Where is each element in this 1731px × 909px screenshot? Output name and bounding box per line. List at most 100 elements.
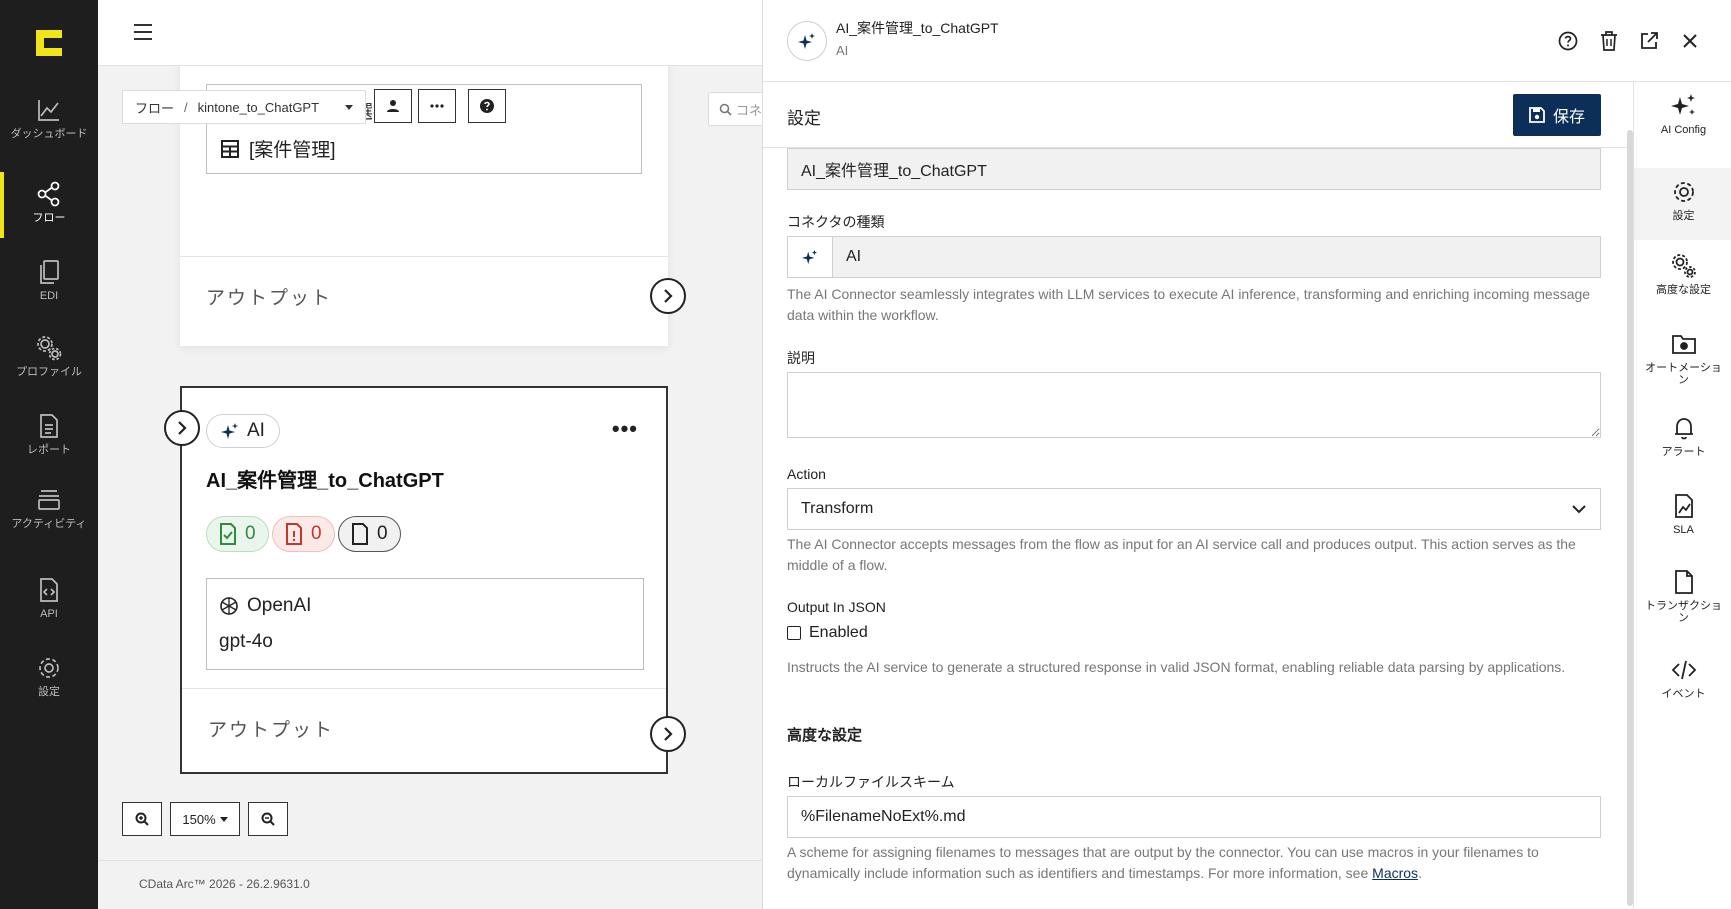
nav-item-label: アクティビティ: [11, 518, 87, 530]
breadcrumb[interactable]: フロー / kintone_to_ChatGPT: [122, 90, 366, 124]
json-enabled-checkbox[interactable]: [787, 626, 801, 640]
json-enabled-label[interactable]: Enabled: [809, 624, 868, 642]
pending-count-badge[interactable]: 0: [338, 516, 401, 552]
mini-nav-label: SLA: [1673, 524, 1694, 536]
json-enabled-row[interactable]: Enabled: [787, 624, 1601, 642]
sparkles-icon: [1670, 94, 1695, 115]
menu-icon[interactable]: [134, 24, 152, 40]
save-button[interactable]: 保存: [1513, 94, 1601, 136]
mini-nav-label: 高度な設定: [1656, 284, 1711, 296]
scheme-help-end: .: [1418, 865, 1422, 881]
connector-type-chip: AI: [206, 414, 280, 448]
mini-nav-advanced[interactable]: 高度な設定: [1634, 252, 1731, 318]
file-error-icon: [286, 523, 302, 545]
input-port-button[interactable]: [164, 410, 200, 446]
footer: CData Arc™ 2026 - 26.2.9631.0: [98, 860, 762, 909]
close-icon: [1683, 34, 1697, 48]
panel-mini-nav: AI Config 設定 高度な設定 オートメーション アラート SLA トラン…: [1633, 82, 1731, 909]
zoom-out-icon: [261, 812, 275, 826]
model-name: gpt-4o: [219, 631, 273, 652]
openai-icon: [220, 597, 238, 615]
nav-item-edi[interactable]: EDI: [0, 258, 98, 324]
nav-item-label: レポート: [27, 444, 71, 456]
nav-item-report[interactable]: レポート: [0, 412, 98, 478]
connector-name-field[interactable]: AI_案件管理_to_ChatGPT: [787, 148, 1601, 190]
chart-line-icon: [38, 100, 59, 121]
mini-nav-settings[interactable]: 設定: [1634, 168, 1731, 240]
close-button[interactable]: [1677, 28, 1703, 54]
connector-type-field[interactable]: AI: [787, 236, 1601, 278]
file-chart-icon: [1674, 494, 1693, 518]
folder-gear-icon: [1671, 335, 1696, 354]
connector-help: The AI Connector seamlessly integrates w…: [787, 286, 1591, 323]
nav-item-label: API: [40, 608, 58, 620]
output-port-button[interactable]: [650, 716, 686, 752]
error-count-badge[interactable]: 0: [272, 516, 335, 552]
node-more-button[interactable]: •••: [612, 416, 638, 442]
nav-item-activity[interactable]: アクティビティ: [0, 486, 98, 552]
save-label: 保存: [1552, 109, 1585, 126]
caret-down-icon[interactable]: [345, 105, 353, 110]
breadcrumb-flow[interactable]: kintone_to_ChatGPT: [198, 100, 319, 115]
json-help: Instructs the AI service to generate a s…: [787, 659, 1566, 675]
user-button[interactable]: [374, 89, 412, 123]
zoom-out-button[interactable]: [248, 802, 288, 836]
cdata-logo[interactable]: [34, 28, 64, 58]
mini-nav-label: トランザクション: [1645, 600, 1722, 624]
gears-icon: [1671, 254, 1696, 278]
help-button[interactable]: [1555, 28, 1581, 54]
flow-node-ai[interactable]: AI ••• AI_案件管理_to_ChatGPT 0 0 0 OpenAI g…: [180, 386, 668, 774]
nav-item-flow[interactable]: フロー: [0, 180, 98, 246]
scheme-help-text: A scheme for assigning filenames to mess…: [787, 844, 1539, 881]
local-file-scheme-input[interactable]: %FilenameNoExt%.md: [787, 796, 1601, 838]
external-link-icon: [1641, 32, 1658, 49]
open-external-button[interactable]: [1636, 28, 1662, 54]
mini-nav-alert[interactable]: アラート: [1634, 414, 1731, 480]
more-options-button[interactable]: [418, 89, 456, 123]
description-textarea[interactable]: [787, 372, 1601, 438]
code-icon: [1671, 660, 1696, 680]
provider-line: OpenAI: [219, 595, 311, 617]
mini-nav-label: イベント: [1661, 688, 1706, 700]
scheme-label: ローカルファイルスキーム: [787, 774, 955, 790]
question-circle-icon: [480, 99, 494, 113]
settings-header: 設定 保存: [763, 82, 1633, 148]
flow-canvas[interactable]: アプリを次から選択: [案件管理] アウトプット フロー / kintone_t…: [98, 66, 762, 860]
output-port-button[interactable]: [650, 278, 686, 314]
macros-link[interactable]: Macros: [1372, 865, 1418, 881]
share-nodes-icon: [37, 181, 60, 207]
mini-nav-event[interactable]: イベント: [1634, 656, 1731, 722]
zoom-level-select[interactable]: 150%: [170, 802, 240, 836]
mini-nav-ai-config[interactable]: AI Config: [1634, 92, 1731, 158]
chevron-right-icon: [664, 727, 673, 741]
breadcrumb-root[interactable]: フロー: [135, 98, 174, 117]
file-text-icon: [40, 414, 58, 438]
connector-type-icon-box: [788, 237, 833, 277]
nav-item-api[interactable]: API: [0, 576, 98, 642]
file-icon: [1674, 570, 1693, 594]
success-count-badge[interactable]: 0: [206, 516, 269, 552]
panel-subtitle: AI: [836, 43, 849, 58]
nav-item-dashboard[interactable]: ダッシュボード: [0, 96, 98, 162]
delete-button[interactable]: [1596, 28, 1622, 54]
canvas-search-input[interactable]: コネ: [708, 92, 762, 126]
mini-nav-sla[interactable]: SLA: [1634, 492, 1731, 558]
nav-item-profile[interactable]: プロファイル: [0, 334, 98, 400]
action-select[interactable]: Transform: [787, 488, 1601, 530]
description-label: 説明: [787, 350, 815, 366]
mini-nav-label: オートメーション: [1645, 362, 1722, 386]
gear-icon: [39, 658, 59, 678]
zoom-in-button[interactable]: [122, 802, 162, 836]
mini-nav-automation[interactable]: オートメーション: [1634, 330, 1731, 396]
help-button[interactable]: [468, 89, 506, 123]
ellipsis-icon: [430, 104, 444, 108]
gears-icon: [37, 336, 62, 361]
zoom-in-icon: [135, 812, 149, 826]
nav-item-settings[interactable]: 設定: [0, 654, 98, 720]
sparkles-icon: [798, 33, 815, 49]
mini-nav-transaction[interactable]: トランザクション: [1634, 568, 1731, 634]
pending-count: 0: [377, 523, 388, 544]
table-icon: [221, 139, 239, 158]
action-help: The AI Connector accepts messages from t…: [787, 536, 1576, 573]
advanced-heading: 高度な設定: [787, 727, 863, 744]
